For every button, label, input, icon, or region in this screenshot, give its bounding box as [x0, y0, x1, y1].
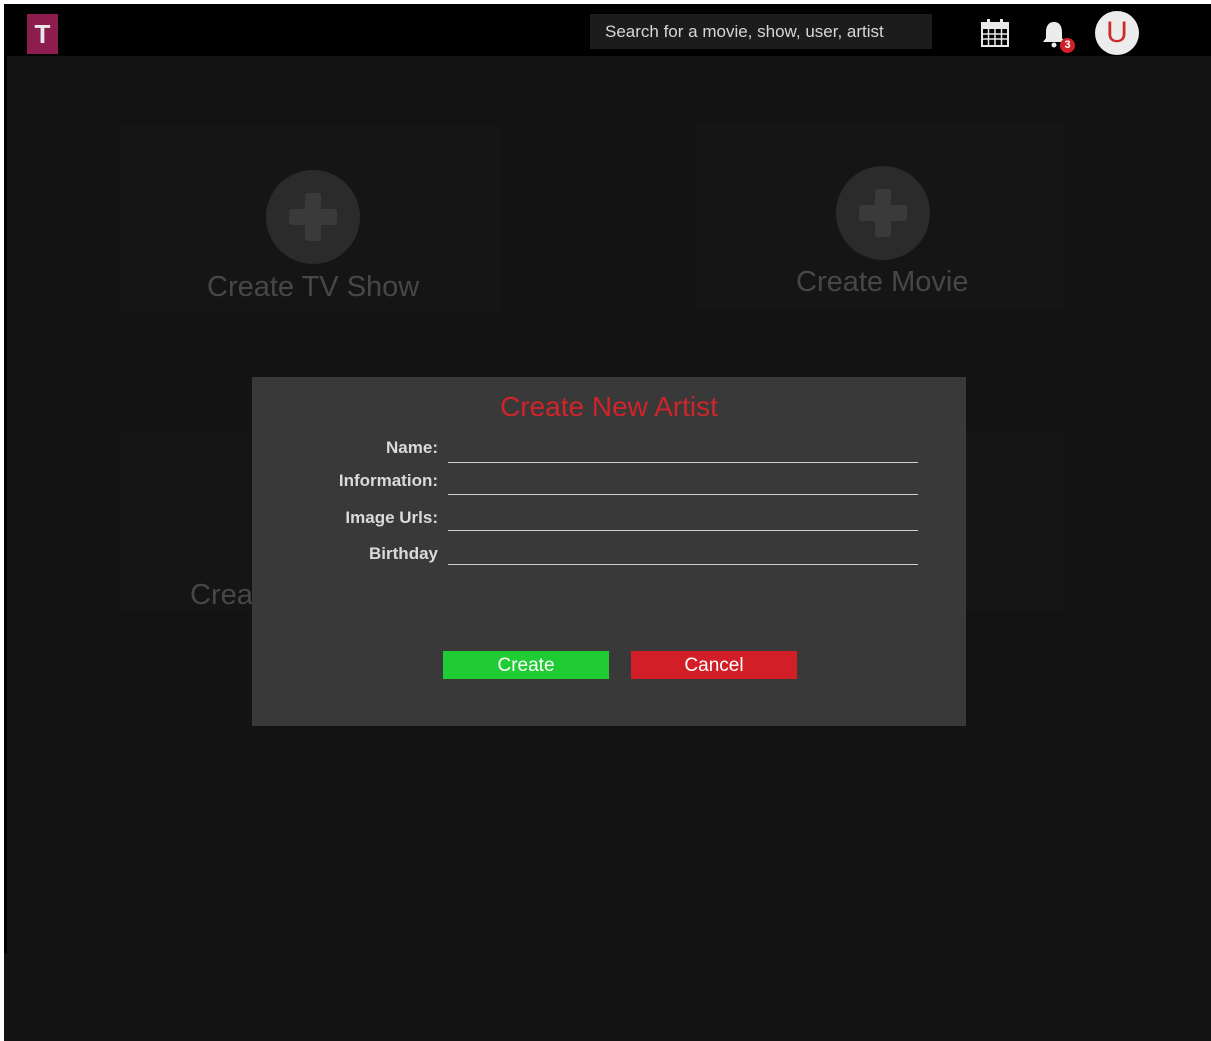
plus-icon — [836, 166, 930, 260]
plus-icon — [266, 170, 360, 264]
cancel-button[interactable]: Cancel — [631, 651, 797, 679]
create-movie-card[interactable]: Create Movie — [696, 122, 1064, 308]
create-button[interactable]: Create — [443, 651, 609, 679]
left-edge-strip — [4, 56, 7, 953]
create-tv-show-card[interactable]: Create TV Show — [120, 126, 500, 312]
calendar-icon[interactable] — [980, 18, 1010, 53]
information-label: Information: — [338, 471, 438, 490]
image-urls-label: Image Urls: — [345, 508, 438, 527]
create-movie-label: Create Movie — [796, 266, 969, 298]
information-field[interactable] — [448, 468, 918, 495]
user-avatar[interactable]: U — [1095, 11, 1139, 55]
app-logo[interactable]: T — [27, 14, 58, 54]
modal-title: Create New Artist — [500, 391, 718, 422]
birthday-field[interactable] — [448, 538, 918, 565]
create-artist-modal: Create New Artist Name: Information: Ima… — [252, 377, 966, 726]
notification-badge: 3 — [1060, 38, 1075, 53]
name-field[interactable] — [448, 436, 918, 463]
create-tv-show-label: Create TV Show — [207, 271, 420, 303]
top-bar: T Search for a movie, show, user, artist… — [4, 4, 1211, 56]
image-urls-field[interactable] — [448, 504, 918, 531]
create-card-partial-label: Crea — [190, 579, 253, 611]
app-frame: T Search for a movie, show, user, artist… — [4, 4, 1211, 1041]
search-input[interactable]: Search for a movie, show, user, artist — [590, 14, 932, 49]
birthday-label: Birthday — [369, 544, 438, 563]
name-label: Name: — [386, 438, 438, 457]
